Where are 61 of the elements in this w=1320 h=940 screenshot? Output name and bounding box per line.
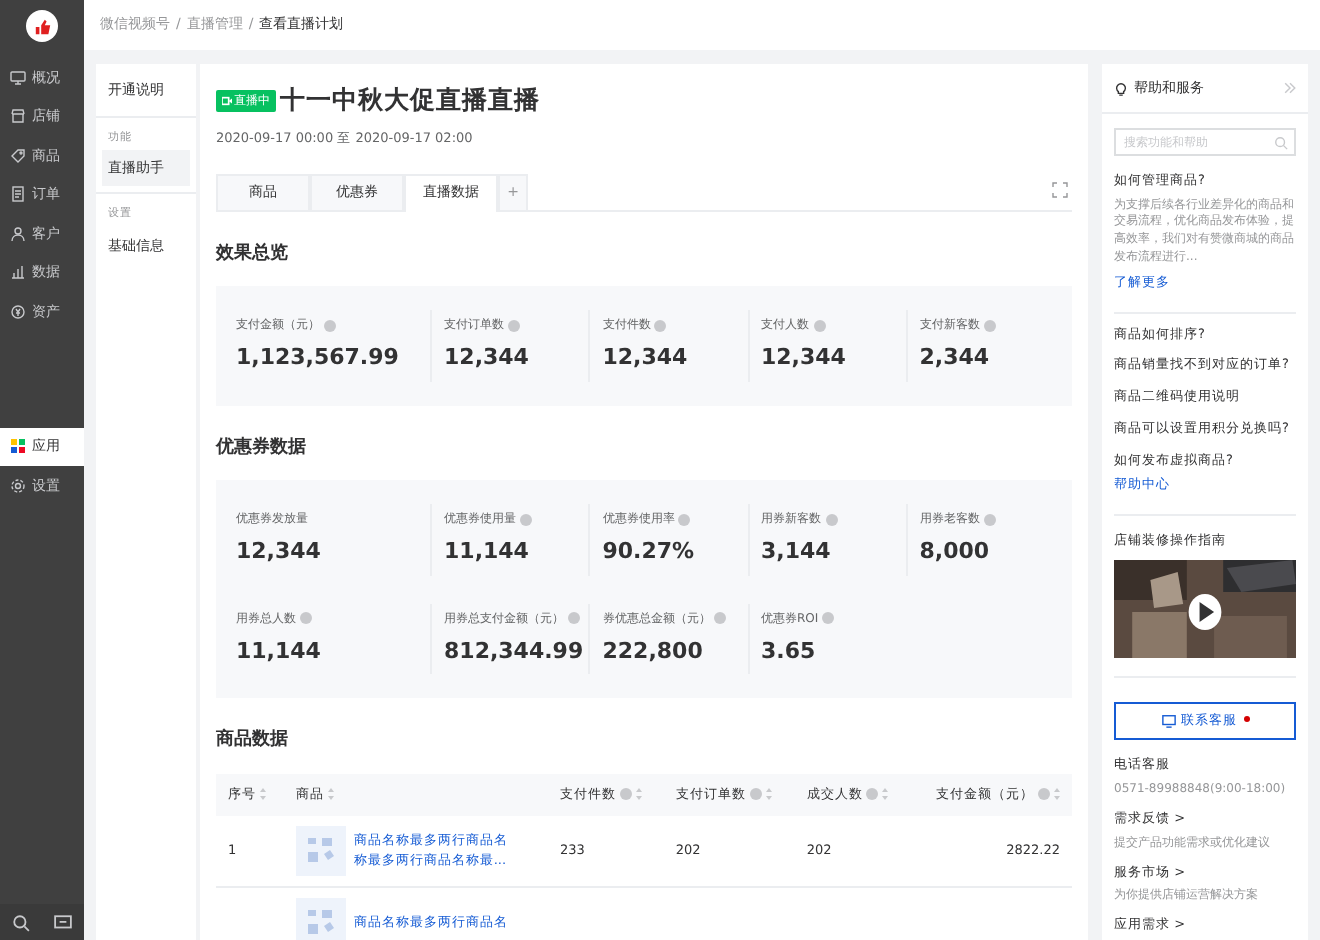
settings-icon (10, 477, 26, 494)
stat-value: 12,344 (761, 342, 846, 374)
sort-icon[interactable] (1054, 787, 1060, 800)
lightbulb-icon (1114, 81, 1128, 95)
user-icon (10, 225, 26, 242)
plan-title: 十一中秋大促直播直播 (280, 82, 540, 118)
info-icon[interactable] (678, 513, 691, 525)
store-icon (10, 108, 26, 125)
sort-icon[interactable] (765, 787, 772, 800)
stat-value: 12,344 (236, 536, 321, 568)
info-icon[interactable] (654, 319, 667, 331)
info-icon[interactable] (324, 319, 336, 331)
info-icon[interactable] (714, 612, 727, 624)
stat-value: 12,344 (444, 342, 529, 374)
section-title: 效果总览 (216, 241, 290, 267)
info-icon[interactable] (1038, 787, 1050, 800)
fullscreen-icon[interactable] (1052, 181, 1068, 197)
product-thumbnail (295, 898, 346, 940)
logo-icon (26, 10, 58, 42)
stat-value: 11,144 (444, 536, 529, 568)
sort-icon[interactable] (635, 787, 642, 800)
info-icon[interactable] (568, 612, 581, 624)
search-icon (1274, 135, 1288, 149)
stat-value: 90.27% (602, 536, 695, 568)
stat-value: 11,144 (236, 635, 321, 667)
info-icon[interactable] (813, 319, 825, 331)
product-thumbnail (295, 826, 346, 877)
tag-icon (10, 147, 26, 164)
info-icon[interactable] (825, 513, 837, 525)
info-icon[interactable] (619, 787, 632, 800)
stat-value: 3.65 (761, 635, 816, 667)
monitor-icon (10, 69, 26, 86)
collapse-icon[interactable] (1284, 82, 1296, 94)
stat-value: 8,000 (919, 536, 990, 568)
apps-icon (10, 438, 26, 455)
stat-value: 1,123,567.99 (236, 342, 399, 374)
notification-dot (1243, 716, 1249, 722)
info-icon[interactable] (749, 787, 762, 800)
stat-value: 812,344.99 (444, 635, 584, 667)
info-icon[interactable] (866, 787, 879, 800)
section-title: 商品数据 (216, 728, 290, 754)
list-icon (10, 186, 26, 203)
info-icon[interactable] (983, 513, 996, 525)
sort-icon[interactable] (882, 787, 889, 800)
chart-icon (10, 264, 26, 281)
stat-value: 3,144 (761, 536, 831, 568)
coin-icon (10, 303, 26, 320)
info-icon[interactable] (983, 319, 996, 331)
stat-value: 12,344 (602, 342, 688, 374)
sort-icon[interactable] (327, 787, 334, 800)
stat-value: 222,800 (602, 635, 703, 667)
stat-value: 2,344 (919, 342, 990, 374)
info-icon[interactable] (300, 612, 312, 624)
info-icon[interactable] (520, 513, 533, 525)
chat-icon (1161, 714, 1175, 728)
info-icon[interactable] (822, 612, 835, 624)
chat-icon[interactable] (54, 913, 72, 931)
sort-icon[interactable] (260, 787, 266, 800)
search-icon[interactable] (12, 913, 30, 931)
info-icon[interactable] (508, 319, 521, 331)
section-title: 优惠券数据 (216, 435, 308, 461)
